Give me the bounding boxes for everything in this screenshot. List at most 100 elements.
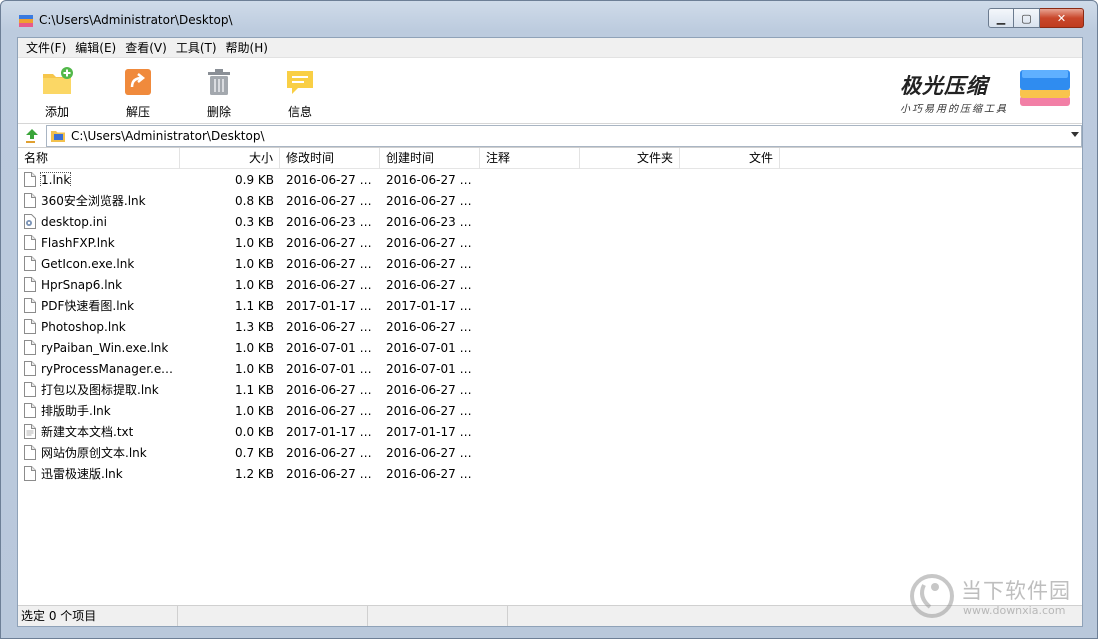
file-name: 360安全浏览器.lnk (41, 194, 146, 208)
close-button[interactable]: ✕ (1040, 8, 1084, 28)
column-files[interactable]: 文件 (680, 148, 780, 169)
minimize-button[interactable]: ▁ (988, 8, 1014, 28)
file-icon (24, 382, 36, 397)
table-row[interactable]: ryProcessManager.ex... 1.0 KB 2016-07-01 0… (18, 358, 1082, 379)
cell-size: 1.0 KB (235, 403, 274, 418)
table-row[interactable]: desktop.ini 0.3 KB 2016-06-23 1... 2016-06-… (18, 211, 1082, 232)
cell-created: 2016-06-27 0... (386, 172, 479, 187)
cell-modified: 2016-06-27 1... (286, 319, 379, 334)
menu-file[interactable]: 文件(F) (22, 39, 70, 56)
cell-modified: 2017-01-17 0... (286, 424, 379, 439)
cell-modified: 2016-07-01 0... (286, 361, 379, 376)
file-icon (24, 445, 36, 460)
extract-button[interactable]: 解压 (108, 66, 168, 120)
menu-view[interactable]: 查看(V) (121, 39, 171, 56)
close-icon: ✕ (1056, 11, 1067, 25)
brand-title: 极光压缩 (900, 74, 988, 98)
cell-modified: 2016-06-27 1... (286, 256, 379, 271)
file-name: 1.lnk (39, 172, 72, 187)
address-path: C:\Users\Administrator\Desktop\ (71, 129, 265, 143)
status-selection: 选定 0 个项目 (18, 606, 178, 626)
brand-stack-icon (1020, 70, 1070, 106)
table-row[interactable]: GetIcon.exe.lnk 1.0 KB 2016-06-27 1... 2016… (18, 253, 1082, 274)
extract-icon (125, 69, 151, 95)
cell-size: 1.1 KB (235, 382, 274, 397)
cell-created: 2016-07-01 0... (386, 340, 479, 355)
cell-created: 2016-06-27 1... (386, 256, 479, 271)
up-arrow-icon (26, 128, 38, 143)
file-icon (24, 298, 36, 313)
info-button[interactable]: 信息 (270, 66, 330, 120)
table-row[interactable]: 迅雷极速版.lnk 1.2 KB 2016-06-27 0... 2016-06-27… (18, 463, 1082, 484)
status-panel-2 (178, 606, 368, 626)
table-row[interactable]: FlashFXP.lnk 1.0 KB 2016-06-27 0... 2016-06… (18, 232, 1082, 253)
file-name: ryPaiban_Win.exe.lnk (41, 340, 169, 355)
cell-created: 2016-06-27 0... (386, 466, 479, 481)
maximize-button[interactable]: ▢ (1014, 8, 1040, 28)
file-name: Photoshop.lnk (41, 319, 126, 334)
cell-size: 1.2 KB (235, 466, 274, 481)
cell-size: 0.7 KB (235, 445, 274, 460)
file-name: FlashFXP.lnk (41, 235, 115, 250)
cell-size: 1.0 KB (235, 340, 274, 355)
file-icon (24, 256, 36, 271)
file-icon (24, 361, 36, 376)
column-folders[interactable]: 文件夹 (580, 148, 680, 169)
cell-name: ryProcessManager.ex... (18, 361, 180, 376)
cell-name: ryPaiban_Win.exe.lnk (18, 340, 180, 355)
cell-size: 1.3 KB (235, 319, 274, 334)
watermark-logo-icon (910, 574, 954, 618)
add-button[interactable]: 添加 (27, 66, 87, 120)
table-row[interactable]: 网站伪原创文本.lnk 0.7 KB 2016-06-27 1... 2016-06-… (18, 442, 1082, 463)
file-name: ryProcessManager.ex... (41, 361, 174, 376)
menu-help[interactable]: 帮助(H) (222, 39, 272, 56)
cell-name: HprSnap6.lnk (18, 277, 180, 292)
watermark-url: www.downxia.com (963, 604, 1066, 617)
cell-created: 2017-01-17 0... (386, 424, 479, 439)
brand-subtitle: 小巧易用的压缩工具 (900, 104, 1008, 115)
address-input[interactable]: C:\Users\Administrator\Desktop\ (46, 125, 1082, 147)
file-list-header: 名称 大小 修改时间 创建时间 注释 文件夹 文件 (18, 148, 1082, 169)
title-bar[interactable]: C:\Users\Administrator\Desktop\ ▁ ▢ ✕ (1, 1, 1097, 35)
cell-created: 2016-06-27 0... (386, 403, 479, 418)
cell-modified: 2016-06-27 0... (286, 193, 379, 208)
table-row[interactable]: 排版助手.lnk 1.0 KB 2016-06-27 0... 2016-06-27 … (18, 400, 1082, 421)
cell-name: FlashFXP.lnk (18, 235, 180, 250)
table-row[interactable]: ryPaiban_Win.exe.lnk 1.0 KB 2016-07-01 0..… (18, 337, 1082, 358)
column-name[interactable]: 名称 (18, 148, 180, 169)
table-row[interactable]: 新建文本文档.txt 0.0 KB 2017-01-17 0... 2017-01-1… (18, 421, 1082, 442)
file-list: 1.lnk 0.9 KB 2016-06-27 0... 2016-06-27 0..… (18, 169, 1082, 596)
cell-name: Photoshop.lnk (18, 319, 180, 334)
cell-size: 0.9 KB (235, 172, 274, 187)
add-folder-icon (43, 67, 73, 94)
menu-tools[interactable]: 工具(T) (172, 39, 221, 56)
column-size[interactable]: 大小 (180, 148, 280, 169)
maximize-icon: ▢ (1021, 11, 1032, 25)
file-icon (24, 277, 36, 292)
table-row[interactable]: HprSnap6.lnk 1.0 KB 2016-06-27 0... 2016-06… (18, 274, 1082, 295)
text-file-icon (24, 424, 36, 439)
table-row[interactable]: 360安全浏览器.lnk 0.8 KB 2016-06-27 0... 2016-06… (18, 190, 1082, 211)
address-bar: C:\Users\Administrator\Desktop\ (18, 124, 1082, 148)
up-folder-button[interactable] (21, 125, 43, 147)
table-row[interactable]: 打包以及图标提取.lnk 1.1 KB 2016-06-27 0... 2016-06… (18, 379, 1082, 400)
watermark-text: 当下软件园 (961, 579, 1071, 603)
table-row[interactable]: Photoshop.lnk 1.3 KB 2016-06-27 1... 2016-0… (18, 316, 1082, 337)
trash-icon (208, 69, 230, 95)
file-icon (24, 340, 36, 355)
menu-edit[interactable]: 编辑(E) (71, 39, 120, 56)
cell-size: 1.0 KB (235, 235, 274, 250)
cell-modified: 2016-06-27 0... (286, 382, 379, 397)
file-name: 迅雷极速版.lnk (41, 467, 123, 481)
column-comment[interactable]: 注释 (480, 148, 580, 169)
column-created[interactable]: 创建时间 (380, 148, 480, 169)
info-label: 信息 (287, 105, 312, 119)
table-row[interactable]: 1.lnk 0.9 KB 2016-06-27 0... 2016-06-27 0..… (18, 169, 1082, 190)
chevron-down-icon[interactable] (1071, 132, 1079, 137)
delete-button[interactable]: 删除 (189, 66, 249, 120)
file-icon (24, 466, 36, 481)
delete-label: 删除 (206, 105, 231, 119)
table-row[interactable]: PDF快速看图.lnk 1.1 KB 2017-01-17 0... 2017-01-… (18, 295, 1082, 316)
column-modified[interactable]: 修改时间 (280, 148, 380, 169)
file-name: 打包以及图标提取.lnk (41, 383, 159, 397)
